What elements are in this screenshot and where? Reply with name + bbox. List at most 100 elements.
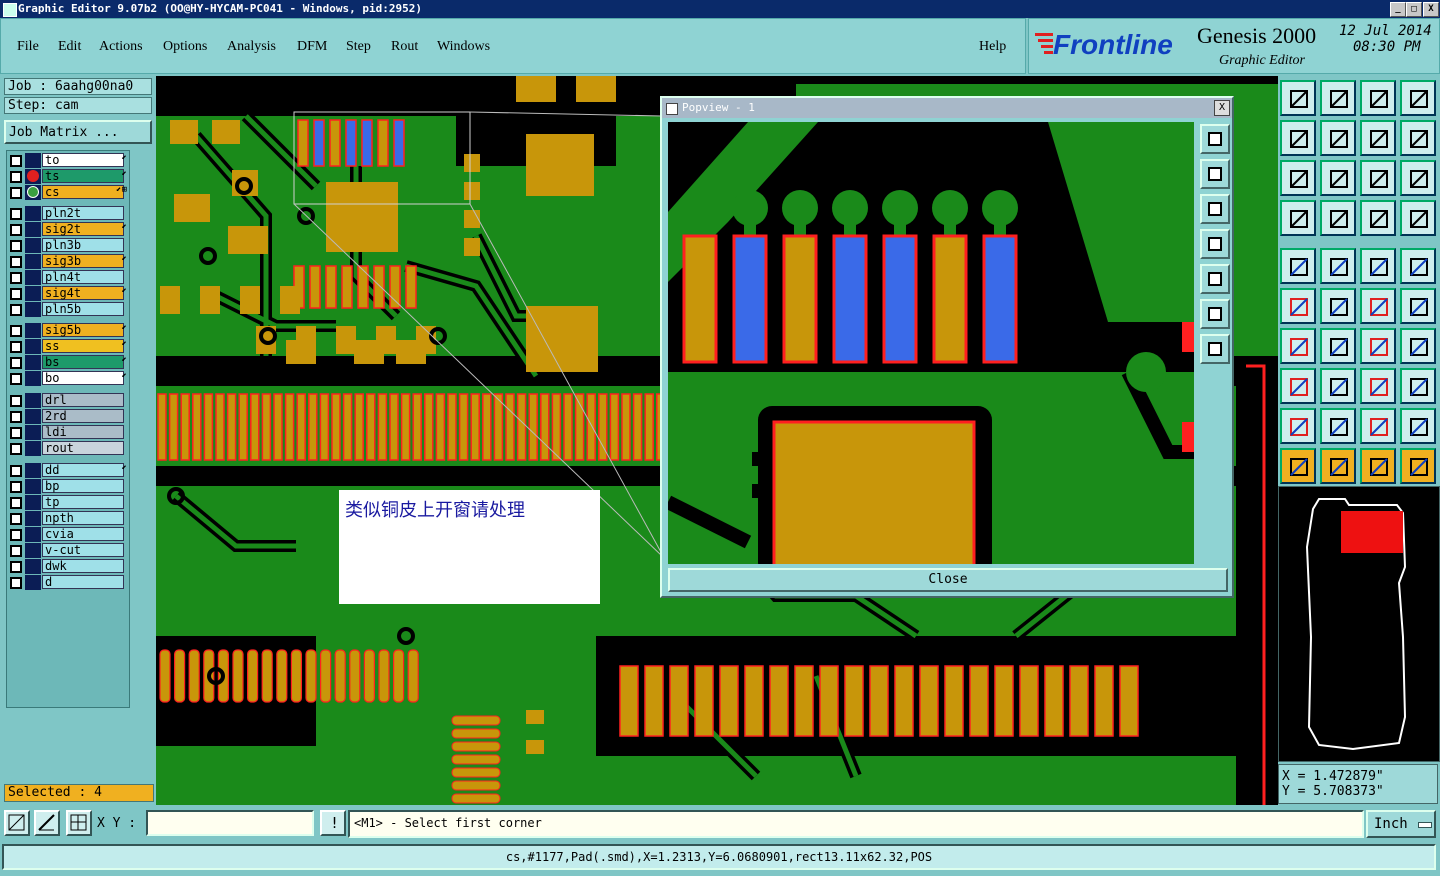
layer-state-slot[interactable]	[25, 339, 41, 354]
menu-options[interactable]: Options	[163, 39, 207, 55]
pad-select-tool-button[interactable]	[1280, 248, 1316, 284]
layer-state-slot[interactable]	[25, 286, 41, 301]
units-selector[interactable]: Inch	[1366, 810, 1436, 838]
layer-in-tool-button[interactable]	[1280, 120, 1316, 156]
layer-name[interactable]: tp	[42, 495, 124, 509]
pointer-tool-button[interactable]	[1280, 448, 1316, 484]
layer-name[interactable]: v-cut	[42, 543, 124, 557]
layer-row[interactable]: bo ⬋	[7, 371, 129, 386]
menu-dfm[interactable]: DFM	[297, 39, 327, 55]
menu-edit[interactable]: Edit	[58, 39, 81, 55]
layer-checkbox[interactable]	[10, 325, 22, 337]
layer-row[interactable]: sig2t ⬋	[7, 222, 129, 237]
menu-rout[interactable]: Rout	[391, 39, 418, 55]
layer-name[interactable]: pln4t	[42, 270, 124, 284]
layer-state-slot[interactable]	[25, 543, 41, 558]
layer-checkbox[interactable]	[10, 256, 22, 268]
layer-name[interactable]: pln2t	[42, 206, 124, 220]
menu-actions[interactable]: Actions	[99, 39, 143, 55]
swap-tool-button[interactable]	[1360, 120, 1396, 156]
layer-checkbox[interactable]	[10, 497, 22, 509]
layer-row[interactable]: tp	[7, 495, 129, 510]
flip-tool-button[interactable]	[1400, 328, 1436, 364]
one-to-two-tool-button[interactable]	[1360, 160, 1396, 196]
layer-checkbox[interactable]	[10, 341, 22, 353]
layer-state-slot[interactable]	[25, 479, 41, 494]
settings-tool-button[interactable]	[1280, 200, 1316, 236]
dimension-tool-button[interactable]	[1360, 368, 1396, 404]
menu-analysis[interactable]: Analysis	[227, 39, 276, 55]
layer-name[interactable]: pln5b	[42, 302, 124, 316]
home-tool-button[interactable]	[1360, 80, 1396, 116]
layer-state-slot[interactable]	[25, 393, 41, 408]
layer-checkbox[interactable]	[10, 373, 22, 385]
layer-name[interactable]: dwk	[42, 559, 124, 573]
menu-windows[interactable]: Windows	[437, 39, 490, 55]
layer-checkbox[interactable]	[10, 208, 22, 220]
layer-checkbox[interactable]	[10, 411, 22, 423]
fit-tool-button[interactable]	[1280, 160, 1316, 196]
snap-red2-tool-button[interactable]	[1400, 200, 1436, 236]
layer-name[interactable]: sig5b	[42, 323, 124, 337]
layer-state-slot[interactable]	[25, 355, 41, 370]
layer-checkbox[interactable]	[10, 529, 22, 541]
export-tool-button[interactable]	[1320, 80, 1356, 116]
layer-checkbox[interactable]	[10, 304, 22, 316]
layer-row[interactable]: d	[7, 575, 129, 590]
delta-tool-button[interactable]	[1280, 408, 1316, 444]
layer-name[interactable]: d	[42, 575, 124, 589]
layer-row[interactable]: drl	[7, 393, 129, 408]
layer-row[interactable]: pln4t	[7, 270, 129, 285]
menu-file[interactable]: File	[17, 39, 39, 55]
record-tool-button[interactable]	[1400, 248, 1436, 284]
layer-name[interactable]: to	[42, 153, 124, 167]
layer-out-tool-button[interactable]	[1320, 120, 1356, 156]
board-overview-map[interactable]	[1278, 486, 1440, 762]
layer-row[interactable]: pln5b	[7, 302, 129, 317]
import-tool-button[interactable]	[1280, 80, 1316, 116]
line-edit-tool-button[interactable]	[1320, 248, 1356, 284]
layer-checkbox[interactable]	[10, 395, 22, 407]
layer-row[interactable]: to ⬋	[7, 153, 129, 168]
pv-center-button[interactable]	[1200, 334, 1230, 364]
layer-checkbox[interactable]	[10, 155, 22, 167]
layer-row[interactable]: ldi	[7, 425, 129, 440]
layer-state-slot[interactable]	[25, 441, 41, 456]
layer-state-slot[interactable]	[25, 527, 41, 542]
group-tool-button[interactable]	[1400, 368, 1436, 404]
layer-name[interactable]: pln3b	[42, 238, 124, 252]
layer-state-slot[interactable]	[25, 169, 41, 184]
snap-red-tool-button[interactable]	[1360, 200, 1396, 236]
pv-zoom-out-button[interactable]	[1200, 159, 1230, 189]
triangle-tool-button[interactable]	[1320, 408, 1356, 444]
layer-row[interactable]: pln3b	[7, 238, 129, 253]
layer-name[interactable]: cvia	[42, 527, 124, 541]
pv-pan-button[interactable]	[1200, 194, 1230, 224]
layer-row[interactable]: npth	[7, 511, 129, 526]
layer-checkbox[interactable]	[10, 171, 22, 183]
layer-row[interactable]: rout	[7, 441, 129, 456]
menu-step[interactable]: Step	[346, 39, 371, 55]
route-tool-button[interactable]	[1400, 120, 1436, 156]
layer-name[interactable]: sig3b	[42, 254, 124, 268]
grid-snap-button[interactable]	[66, 810, 92, 836]
ruler-tool-button[interactable]	[1360, 248, 1396, 284]
layer-state-slot[interactable]	[25, 575, 41, 590]
minimize-button[interactable]: _	[1390, 2, 1406, 17]
layer-state-slot[interactable]	[25, 270, 41, 285]
layer-row[interactable]: sig3b ⬋	[7, 254, 129, 269]
layer-checkbox[interactable]	[10, 513, 22, 525]
path-tool-button[interactable]	[1400, 448, 1436, 484]
layer-checkbox[interactable]	[10, 427, 22, 439]
layer-row[interactable]: dd ⬋	[7, 463, 129, 478]
cross-tool-button[interactable]	[1320, 288, 1356, 324]
pv-zoom-in-button[interactable]	[1200, 124, 1230, 154]
layer-row[interactable]: bs ⬋	[7, 355, 129, 370]
layer-state-slot[interactable]	[25, 238, 41, 253]
layer-row[interactable]: pln2t	[7, 206, 129, 221]
xy-input[interactable]	[146, 810, 314, 836]
layer-row[interactable]: v-cut	[7, 543, 129, 558]
layer-state-slot[interactable]	[25, 254, 41, 269]
layer-state-slot[interactable]	[25, 559, 41, 574]
pointer2-tool-button[interactable]	[1320, 448, 1356, 484]
